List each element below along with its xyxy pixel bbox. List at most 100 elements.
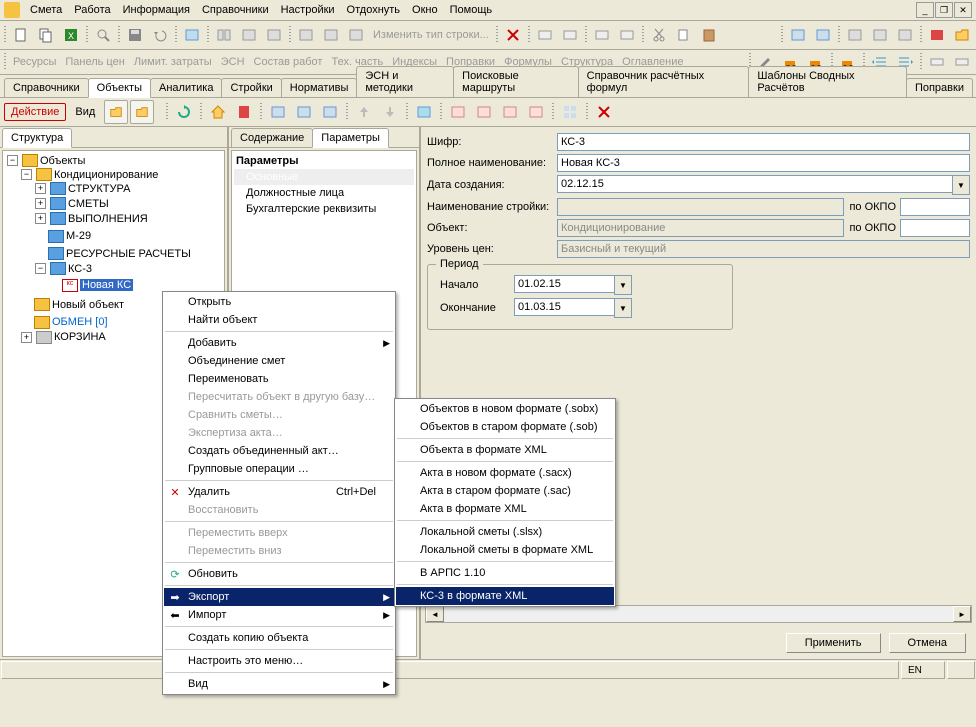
exp-slsx[interactable]: Локальной сметы (.slsx) xyxy=(396,523,614,541)
dropdown-icon[interactable]: ▼ xyxy=(952,175,970,195)
folder-up-icon[interactable] xyxy=(104,100,128,124)
scroll-right-icon[interactable]: ► xyxy=(953,606,971,622)
input-end[interactable] xyxy=(514,298,614,316)
tb-a1-icon[interactable] xyxy=(533,23,557,47)
tb-i2-icon[interactable] xyxy=(212,23,236,47)
mid-tab-content[interactable]: Содержание xyxy=(231,128,313,147)
tree-item-selected[interactable]: Новая КС xyxy=(80,279,133,291)
tree-item[interactable]: Новый объект xyxy=(52,299,124,311)
tab-esn[interactable]: ЭСН и методики xyxy=(356,66,454,97)
cancel-button[interactable]: Отмена xyxy=(889,633,966,653)
tb-i5-icon[interactable] xyxy=(294,23,318,47)
menu-relax[interactable]: Отдохнуть xyxy=(341,2,407,18)
card-db-icon[interactable] xyxy=(318,100,342,124)
tb-save-icon[interactable] xyxy=(123,23,147,47)
tb-cut-icon[interactable] xyxy=(647,23,671,47)
sec-limit[interactable]: Лимит. затраты xyxy=(130,56,216,68)
menu-group[interactable]: Групповые операции … xyxy=(164,460,394,478)
minimize-icon[interactable]: _ xyxy=(916,2,934,18)
input-code[interactable] xyxy=(557,133,970,151)
scroll-left-icon[interactable]: ◄ xyxy=(426,606,444,622)
tb-b1-icon[interactable] xyxy=(786,23,810,47)
tree-root[interactable]: Объекты xyxy=(40,155,85,167)
sec-esn[interactable]: ЭСН xyxy=(217,56,249,68)
tb-clone-icon[interactable] xyxy=(672,23,696,47)
tab-formulas[interactable]: Справочник расчётных формул xyxy=(578,66,750,97)
card-pp-icon[interactable] xyxy=(292,100,316,124)
grid-icon[interactable] xyxy=(558,100,582,124)
home-icon[interactable] xyxy=(206,100,230,124)
menu-copy-obj[interactable]: Создать копию объекта xyxy=(164,629,394,647)
tree-expander[interactable]: + xyxy=(35,213,46,224)
tree-item[interactable]: СТРУКТУРА xyxy=(68,183,130,195)
tb-b5-icon[interactable] xyxy=(893,23,917,47)
menu-combo-act[interactable]: Создать объединенный акт… xyxy=(164,442,394,460)
arrow-down-icon[interactable] xyxy=(378,100,402,124)
exp-sac[interactable]: Акта в старом формате (.sac) xyxy=(396,482,614,500)
folder-nav-icon[interactable] xyxy=(130,100,154,124)
exp-sob[interactable]: Объектов в старом формате (.sob) xyxy=(396,418,614,436)
tb-toggle1-icon[interactable] xyxy=(925,50,949,74)
input-name[interactable] xyxy=(557,154,970,172)
menu-help[interactable]: Помощь xyxy=(444,2,499,18)
menu-add[interactable]: Добавить▶ xyxy=(164,334,394,352)
sec-pricepanel[interactable]: Панель цен xyxy=(61,56,128,68)
view-button[interactable]: Вид xyxy=(68,103,102,121)
tb-undo-icon[interactable] xyxy=(148,23,172,47)
menu-sprav[interactable]: Справочники xyxy=(196,2,275,18)
tb-del-icon[interactable] xyxy=(501,23,525,47)
tb-search-icon[interactable] xyxy=(91,23,115,47)
tb-copy-icon[interactable] xyxy=(34,23,58,47)
tb-excel-icon[interactable]: X xyxy=(59,23,83,47)
tree-expander[interactable]: − xyxy=(7,155,18,166)
sec-sostav[interactable]: Состав работ xyxy=(250,56,327,68)
dropdown-icon[interactable]: ▼ xyxy=(614,298,632,318)
tb-change-row-type[interactable]: Изменить тип строки... xyxy=(369,29,493,41)
tb-paste-icon[interactable] xyxy=(697,23,721,47)
tab-templates[interactable]: Шаблоны Сводных Расчётов xyxy=(748,66,907,97)
tb-a4-icon[interactable] xyxy=(615,23,639,47)
input-start[interactable] xyxy=(514,275,614,293)
exp-sobx[interactable]: Объектов в новом формате (.sobx) xyxy=(396,400,614,418)
tab-objects[interactable]: Объекты xyxy=(88,78,151,98)
exp-arps[interactable]: В АРПС 1.10 xyxy=(396,564,614,582)
tab-stroiki[interactable]: Стройки xyxy=(221,78,281,97)
tree-expander[interactable]: + xyxy=(35,183,46,194)
menu-window[interactable]: Окно xyxy=(406,2,444,18)
sec-resources[interactable]: Ресурсы xyxy=(9,56,60,68)
tree-item[interactable]: ВЫПОЛНЕНИЯ xyxy=(68,213,148,225)
card-nc-icon[interactable] xyxy=(266,100,290,124)
exp-act-xml[interactable]: Акта в формате XML xyxy=(396,500,614,518)
badge3-icon[interactable] xyxy=(498,100,522,124)
exp-sacx[interactable]: Акта в новом формате (.sacx) xyxy=(396,464,614,482)
tb-i1-icon[interactable] xyxy=(180,23,204,47)
menu-export[interactable]: ➡Экспорт▶ xyxy=(164,588,394,606)
menu-configure[interactable]: Настроить это меню… xyxy=(164,652,394,670)
menu-view[interactable]: Вид▶ xyxy=(164,675,394,693)
dropdown-icon[interactable]: ▼ xyxy=(614,275,632,295)
badge2-icon[interactable] xyxy=(472,100,496,124)
menu-find[interactable]: Найти объект xyxy=(164,311,394,329)
close-icon[interactable]: ✕ xyxy=(954,2,972,18)
tree-item[interactable]: СМЕТЫ xyxy=(68,198,109,210)
h-scrollbar[interactable]: ◄► xyxy=(425,605,972,623)
tree-item[interactable]: Кондиционирование xyxy=(54,169,158,181)
tree-expander[interactable]: − xyxy=(35,263,46,274)
action-button[interactable]: Действие xyxy=(4,103,66,121)
delete-red-icon[interactable] xyxy=(592,100,616,124)
menu-import[interactable]: ⬅Импорт▶ xyxy=(164,606,394,624)
tb-doc-icon[interactable] xyxy=(9,23,33,47)
menu-rename[interactable]: Переименовать xyxy=(164,370,394,388)
mid-item-main[interactable]: Основные xyxy=(234,169,414,185)
tree-expander[interactable]: + xyxy=(21,332,32,343)
tb-book-icon[interactable] xyxy=(925,23,949,47)
arrow-up-icon[interactable] xyxy=(352,100,376,124)
mid-item-accounting[interactable]: Бухгалтерские реквизиты xyxy=(234,201,414,217)
tb-open-icon[interactable] xyxy=(950,23,974,47)
menu-smeta[interactable]: Смета xyxy=(24,2,68,18)
tab-analytics[interactable]: Аналитика xyxy=(150,78,222,97)
tb-a3-icon[interactable] xyxy=(590,23,614,47)
badge1-icon[interactable] xyxy=(446,100,470,124)
tb-i3-icon[interactable] xyxy=(237,23,261,47)
input-okpo2[interactable] xyxy=(900,219,970,237)
